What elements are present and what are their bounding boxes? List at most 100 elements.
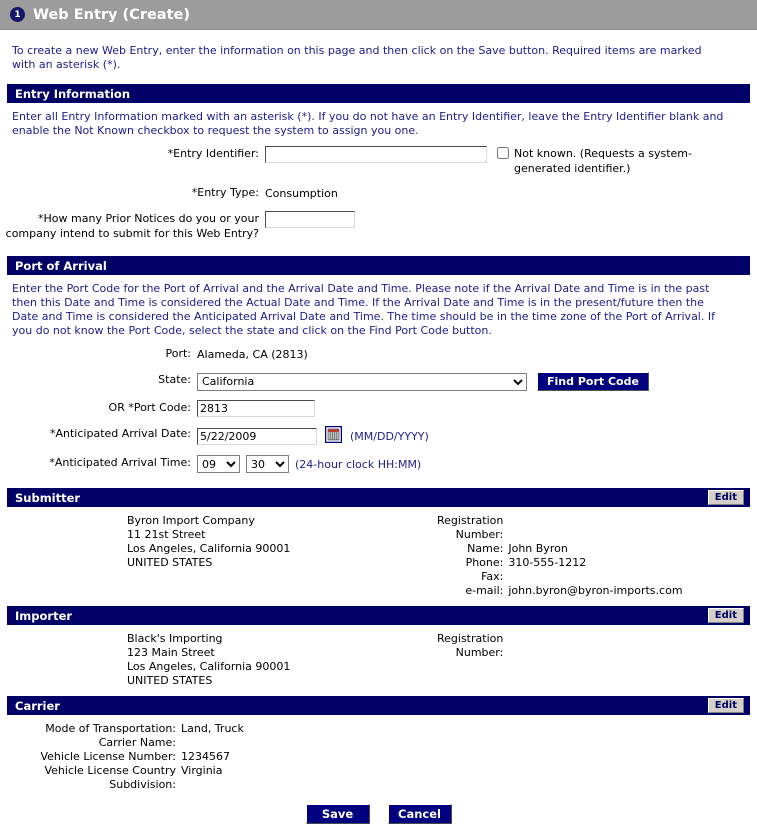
carrier-field-label: Mode of Transportation: bbox=[45, 722, 176, 735]
importer-address: Black's Importing 123 Main Street Los An… bbox=[127, 632, 437, 688]
arrival-time-row: *Anticipated Arrival Time: 09 30 (24-hou… bbox=[0, 455, 757, 473]
carrier-field-value bbox=[181, 736, 244, 750]
importer-contact-table: Registration Number: bbox=[437, 632, 508, 688]
section-header-submitter: Submitter Edit bbox=[7, 488, 750, 507]
port-code-row: OR *Port Code: bbox=[0, 400, 757, 417]
state-row: State: California Find Port Code bbox=[0, 372, 757, 391]
port-of-arrival-form: Port: Alameda, CA (2813) State: Californ… bbox=[0, 342, 757, 488]
section-header-importer: Importer Edit bbox=[7, 606, 750, 625]
entry-type-label: *Entry Type: bbox=[191, 186, 259, 199]
submitter-address-line: Byron Import Company bbox=[127, 514, 255, 527]
carrier-field-value: Virginia bbox=[181, 764, 223, 777]
importer-details: Black's Importing 123 Main Street Los An… bbox=[0, 625, 757, 696]
entry-identifier-label: *Entry Identifier: bbox=[167, 147, 259, 160]
submitter-field-label: e-mail: bbox=[465, 584, 504, 597]
time-format-hint: (24-hour clock HH:MM) bbox=[295, 457, 422, 471]
entry-type-row: *Entry Type: Consumption bbox=[0, 185, 757, 202]
edit-carrier-button[interactable]: Edit bbox=[707, 698, 744, 713]
table-row: Phone: 310-555-1212 bbox=[437, 556, 683, 570]
form-actions: Save Cancel bbox=[0, 798, 757, 832]
entry-type-value: Consumption bbox=[265, 187, 338, 200]
submitter-field-value: 310-555-1212 bbox=[508, 556, 587, 569]
submitter-field-label: Registration Number: bbox=[437, 514, 504, 541]
date-format-hint: (MM/DD/YYYY) bbox=[350, 429, 429, 443]
edit-submitter-button[interactable]: Edit bbox=[707, 490, 744, 505]
table-row: Vehicle License Country Subdivision: Vir… bbox=[4, 764, 244, 792]
carrier-field-label: Carrier Name: bbox=[98, 736, 176, 749]
find-port-code-button[interactable]: Find Port Code bbox=[537, 372, 649, 391]
page-title: Web Entry (Create) bbox=[33, 6, 190, 23]
table-row: Registration Number: bbox=[437, 514, 683, 542]
table-row: Fax: bbox=[437, 570, 683, 584]
table-row: Registration Number: bbox=[437, 632, 508, 688]
importer-address-line: 123 Main Street bbox=[127, 646, 215, 659]
web-entry-page: 1 Web Entry (Create) To create a new Web… bbox=[0, 0, 757, 832]
page-titlebar: 1 Web Entry (Create) bbox=[0, 0, 757, 30]
section-header-entry-information: Entry Information bbox=[7, 84, 750, 103]
submitter-field-value bbox=[508, 570, 682, 584]
state-select[interactable]: California bbox=[197, 372, 527, 391]
arrival-date-label: *Anticipated Arrival Date: bbox=[50, 427, 191, 440]
prior-notices-input[interactable] bbox=[265, 211, 355, 228]
port-code-label: OR *Port Code: bbox=[108, 401, 191, 414]
port-label: Port: bbox=[165, 347, 191, 360]
section-header-carrier: Carrier Edit bbox=[7, 696, 750, 715]
submitter-contact-table: Registration Number: Name: John Byron Ph… bbox=[437, 514, 683, 598]
step-number-badge: 1 bbox=[10, 7, 25, 22]
port-value: Alameda, CA (2813) bbox=[197, 348, 308, 361]
prior-notices-row: *How many Prior Notices do you or your c… bbox=[0, 211, 757, 241]
section-title-port-of-arrival: Port of Arrival bbox=[15, 258, 107, 273]
table-row: Name: John Byron bbox=[437, 542, 683, 556]
entry-information-form: *Entry Identifier: Not known. (Requests … bbox=[0, 142, 757, 256]
section-title-entry-information: Entry Information bbox=[15, 86, 131, 101]
importer-field-label: Registration Number: bbox=[437, 632, 504, 659]
table-row: Mode of Transportation: Land, Truck bbox=[4, 722, 244, 736]
carrier-field-label: Vehicle License Number: bbox=[40, 750, 176, 763]
calendar-icon[interactable] bbox=[324, 425, 343, 446]
submitter-field-label: Name: bbox=[467, 542, 504, 555]
carrier-field-value: 1234567 bbox=[181, 750, 230, 763]
submitter-field-value bbox=[508, 514, 682, 542]
entry-identifier-input[interactable] bbox=[265, 146, 487, 163]
importer-address-line: Black's Importing bbox=[127, 632, 223, 645]
submitter-field-label: Fax: bbox=[481, 570, 504, 583]
page-intro-text: To create a new Web Entry, enter the inf… bbox=[12, 44, 702, 71]
importer-address-line: UNITED STATES bbox=[127, 674, 213, 687]
table-row: Carrier Name: bbox=[4, 736, 244, 750]
arrival-date-input[interactable] bbox=[197, 427, 317, 445]
port-of-arrival-description: Enter the Port Code for the Port of Arri… bbox=[12, 282, 715, 337]
submitter-field-value: john.byron@byron-imports.com bbox=[508, 584, 683, 597]
not-known-checkbox-group: Not known. (Requests a system-generated … bbox=[497, 146, 729, 176]
section-title-importer: Importer bbox=[15, 608, 73, 623]
section-title-submitter: Submitter bbox=[15, 490, 81, 505]
not-known-checkbox[interactable] bbox=[497, 147, 509, 159]
submitter-address-line: UNITED STATES bbox=[127, 556, 213, 569]
arrival-time-label: *Anticipated Arrival Time: bbox=[49, 456, 191, 469]
arrival-minute-select[interactable]: 30 bbox=[246, 455, 289, 473]
section-header-port-of-arrival: Port of Arrival bbox=[7, 256, 750, 275]
port-row: Port: Alameda, CA (2813) bbox=[0, 346, 757, 363]
table-row: e-mail: john.byron@byron-imports.com bbox=[437, 584, 683, 598]
arrival-date-row: *Anticipated Arrival Date: 5/22/2009 (MM… bbox=[0, 425, 757, 446]
importer-address-line: Los Angeles, California 90001 bbox=[127, 660, 291, 673]
submitter-address-line: 11 21st Street bbox=[127, 528, 206, 541]
arrival-hour-select[interactable]: 09 bbox=[197, 455, 240, 473]
submitter-field-value: John Byron bbox=[508, 542, 568, 555]
submitter-details: Byron Import Company 11 21st Street Los … bbox=[0, 507, 757, 606]
submitter-address: Byron Import Company 11 21st Street Los … bbox=[127, 514, 437, 598]
section-title-carrier: Carrier bbox=[15, 698, 60, 713]
submitter-field-label: Phone: bbox=[465, 556, 504, 569]
carrier-field-label: Vehicle License Country Subdivision: bbox=[44, 764, 176, 791]
save-button[interactable]: Save bbox=[305, 804, 370, 824]
state-label: State: bbox=[158, 373, 191, 386]
port-code-input[interactable] bbox=[197, 400, 315, 417]
carrier-details: Mode of Transportation: Land, Truck Carr… bbox=[0, 715, 757, 798]
edit-importer-button[interactable]: Edit bbox=[707, 608, 744, 623]
table-row: Vehicle License Number: 1234567 bbox=[4, 750, 244, 764]
not-known-label: Not known. (Requests a system-generated … bbox=[514, 147, 692, 175]
cancel-button[interactable]: Cancel bbox=[387, 804, 452, 824]
entry-information-description: Enter all Entry Information marked with … bbox=[12, 110, 724, 137]
carrier-field-value: Land, Truck bbox=[181, 722, 244, 735]
entry-identifier-row: *Entry Identifier: Not known. (Requests … bbox=[0, 146, 757, 176]
prior-notices-label: *How many Prior Notices do you or your c… bbox=[5, 212, 259, 240]
